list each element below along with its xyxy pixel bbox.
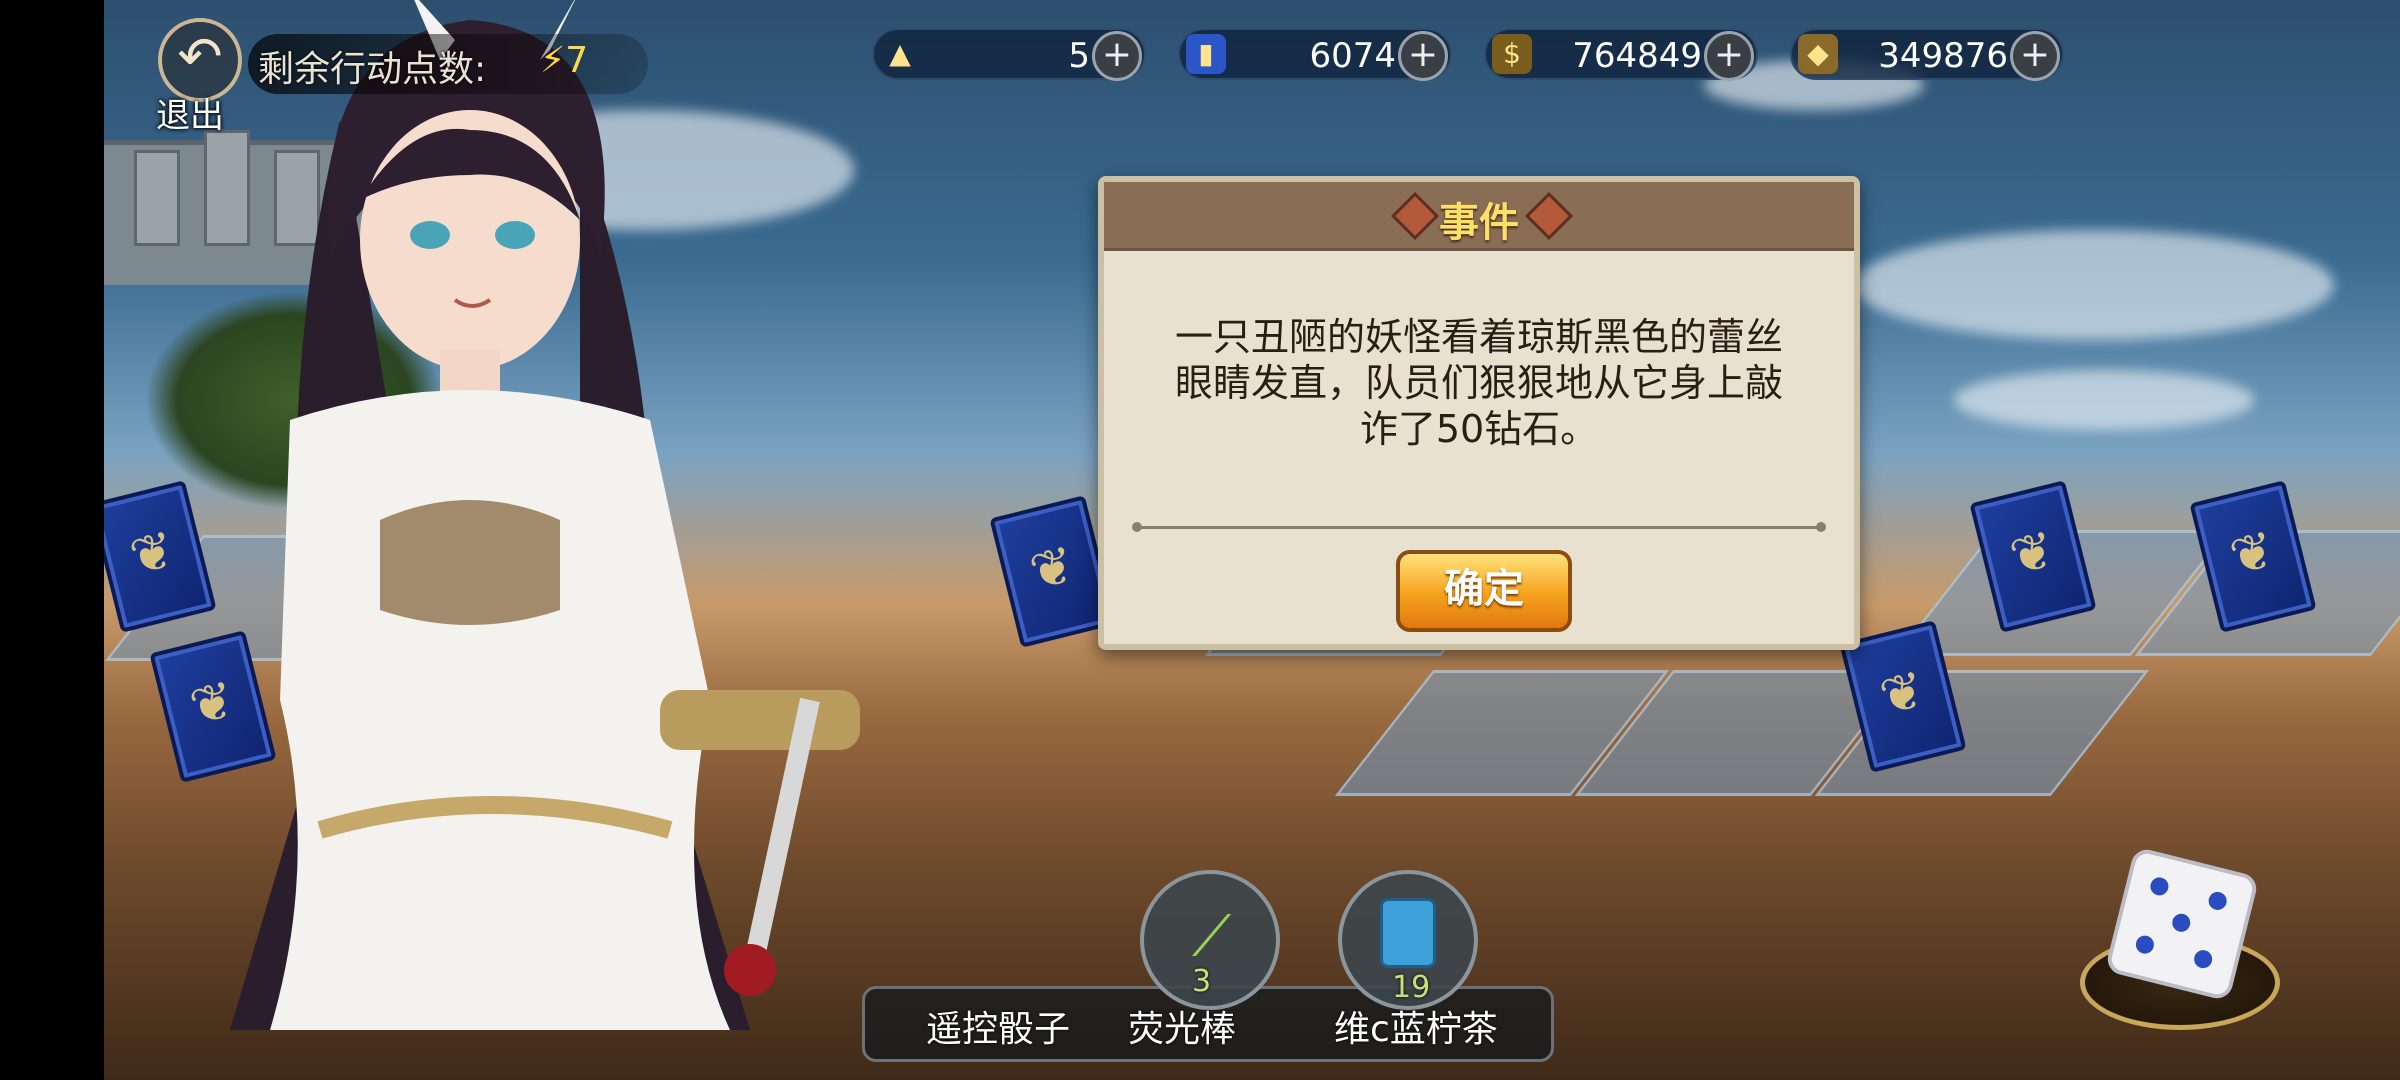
item-label[interactable]: 维c蓝柠茶 <box>1334 1000 1498 1052</box>
add-resource-button[interactable]: + <box>1704 31 1754 81</box>
resource-blue-card: ▮ 6074 + <box>1178 28 1452 81</box>
dialog-divider <box>1132 522 1826 532</box>
cloud <box>1854 230 2334 340</box>
resource-value: 6074 <box>1309 36 1396 76</box>
add-resource-button[interactable]: + <box>1092 31 1142 81</box>
action-points-value: ⚡7 <box>540 40 589 81</box>
exit-label: 退出 <box>156 96 224 136</box>
dice-pip <box>2206 890 2229 912</box>
dialog-message: 一只丑陋的妖怪看着琼斯黑色的蕾丝眼睛发直，队员们狠狠地从它身上敲诈了50钻石。 <box>1174 315 1783 451</box>
gold-ingot-icon: ▲ <box>889 37 911 70</box>
add-resource-button[interactable]: + <box>1398 31 1448 81</box>
character-illustration <box>230 0 860 1030</box>
back-arrow-icon: ↶ <box>177 25 223 88</box>
dice-pip <box>2133 933 2156 956</box>
gem-icon: ◆ <box>1798 34 1838 74</box>
resource-value: 349876 <box>1878 36 2008 76</box>
confirm-button[interactable]: 确定 <box>1396 550 1572 632</box>
lightning-icon: ⚡ <box>540 40 566 81</box>
coin-icon: $ <box>1492 34 1532 74</box>
dice-pip <box>2148 875 2171 898</box>
dice-pip <box>2170 911 2193 934</box>
item-label[interactable]: 遥控骰子 <box>926 1000 1070 1052</box>
item-count: 3 <box>1192 964 1212 999</box>
resource-gem: ◆ 349876 + <box>1790 28 2064 81</box>
glowstick-icon: ⟋ <box>1192 904 1232 969</box>
event-dialog: 事件 一只丑陋的妖怪看着琼斯黑色的蕾丝眼睛发直，队员们狠狠地从它身上敲诈了50钻… <box>1098 176 1860 650</box>
resource-value: 5 <box>1068 36 1090 76</box>
item-label[interactable]: 荧光棒 <box>1128 1000 1236 1052</box>
dialog-title: 事件 <box>1439 200 1519 246</box>
action-points-label: 剩余行动点数: <box>258 49 487 90</box>
blue-card-icon: ▮ <box>1186 34 1226 74</box>
blue-bottle-icon <box>1380 898 1436 968</box>
resource-value: 764849 <box>1572 36 1702 76</box>
cloud <box>1954 370 2254 430</box>
add-resource-button[interactable]: + <box>2010 31 2060 81</box>
resource-coin: $ 764849 + <box>1484 28 1758 81</box>
resource-gold-ingot: ▲ 5 + <box>872 28 1146 81</box>
dice-pip <box>2192 948 2215 971</box>
